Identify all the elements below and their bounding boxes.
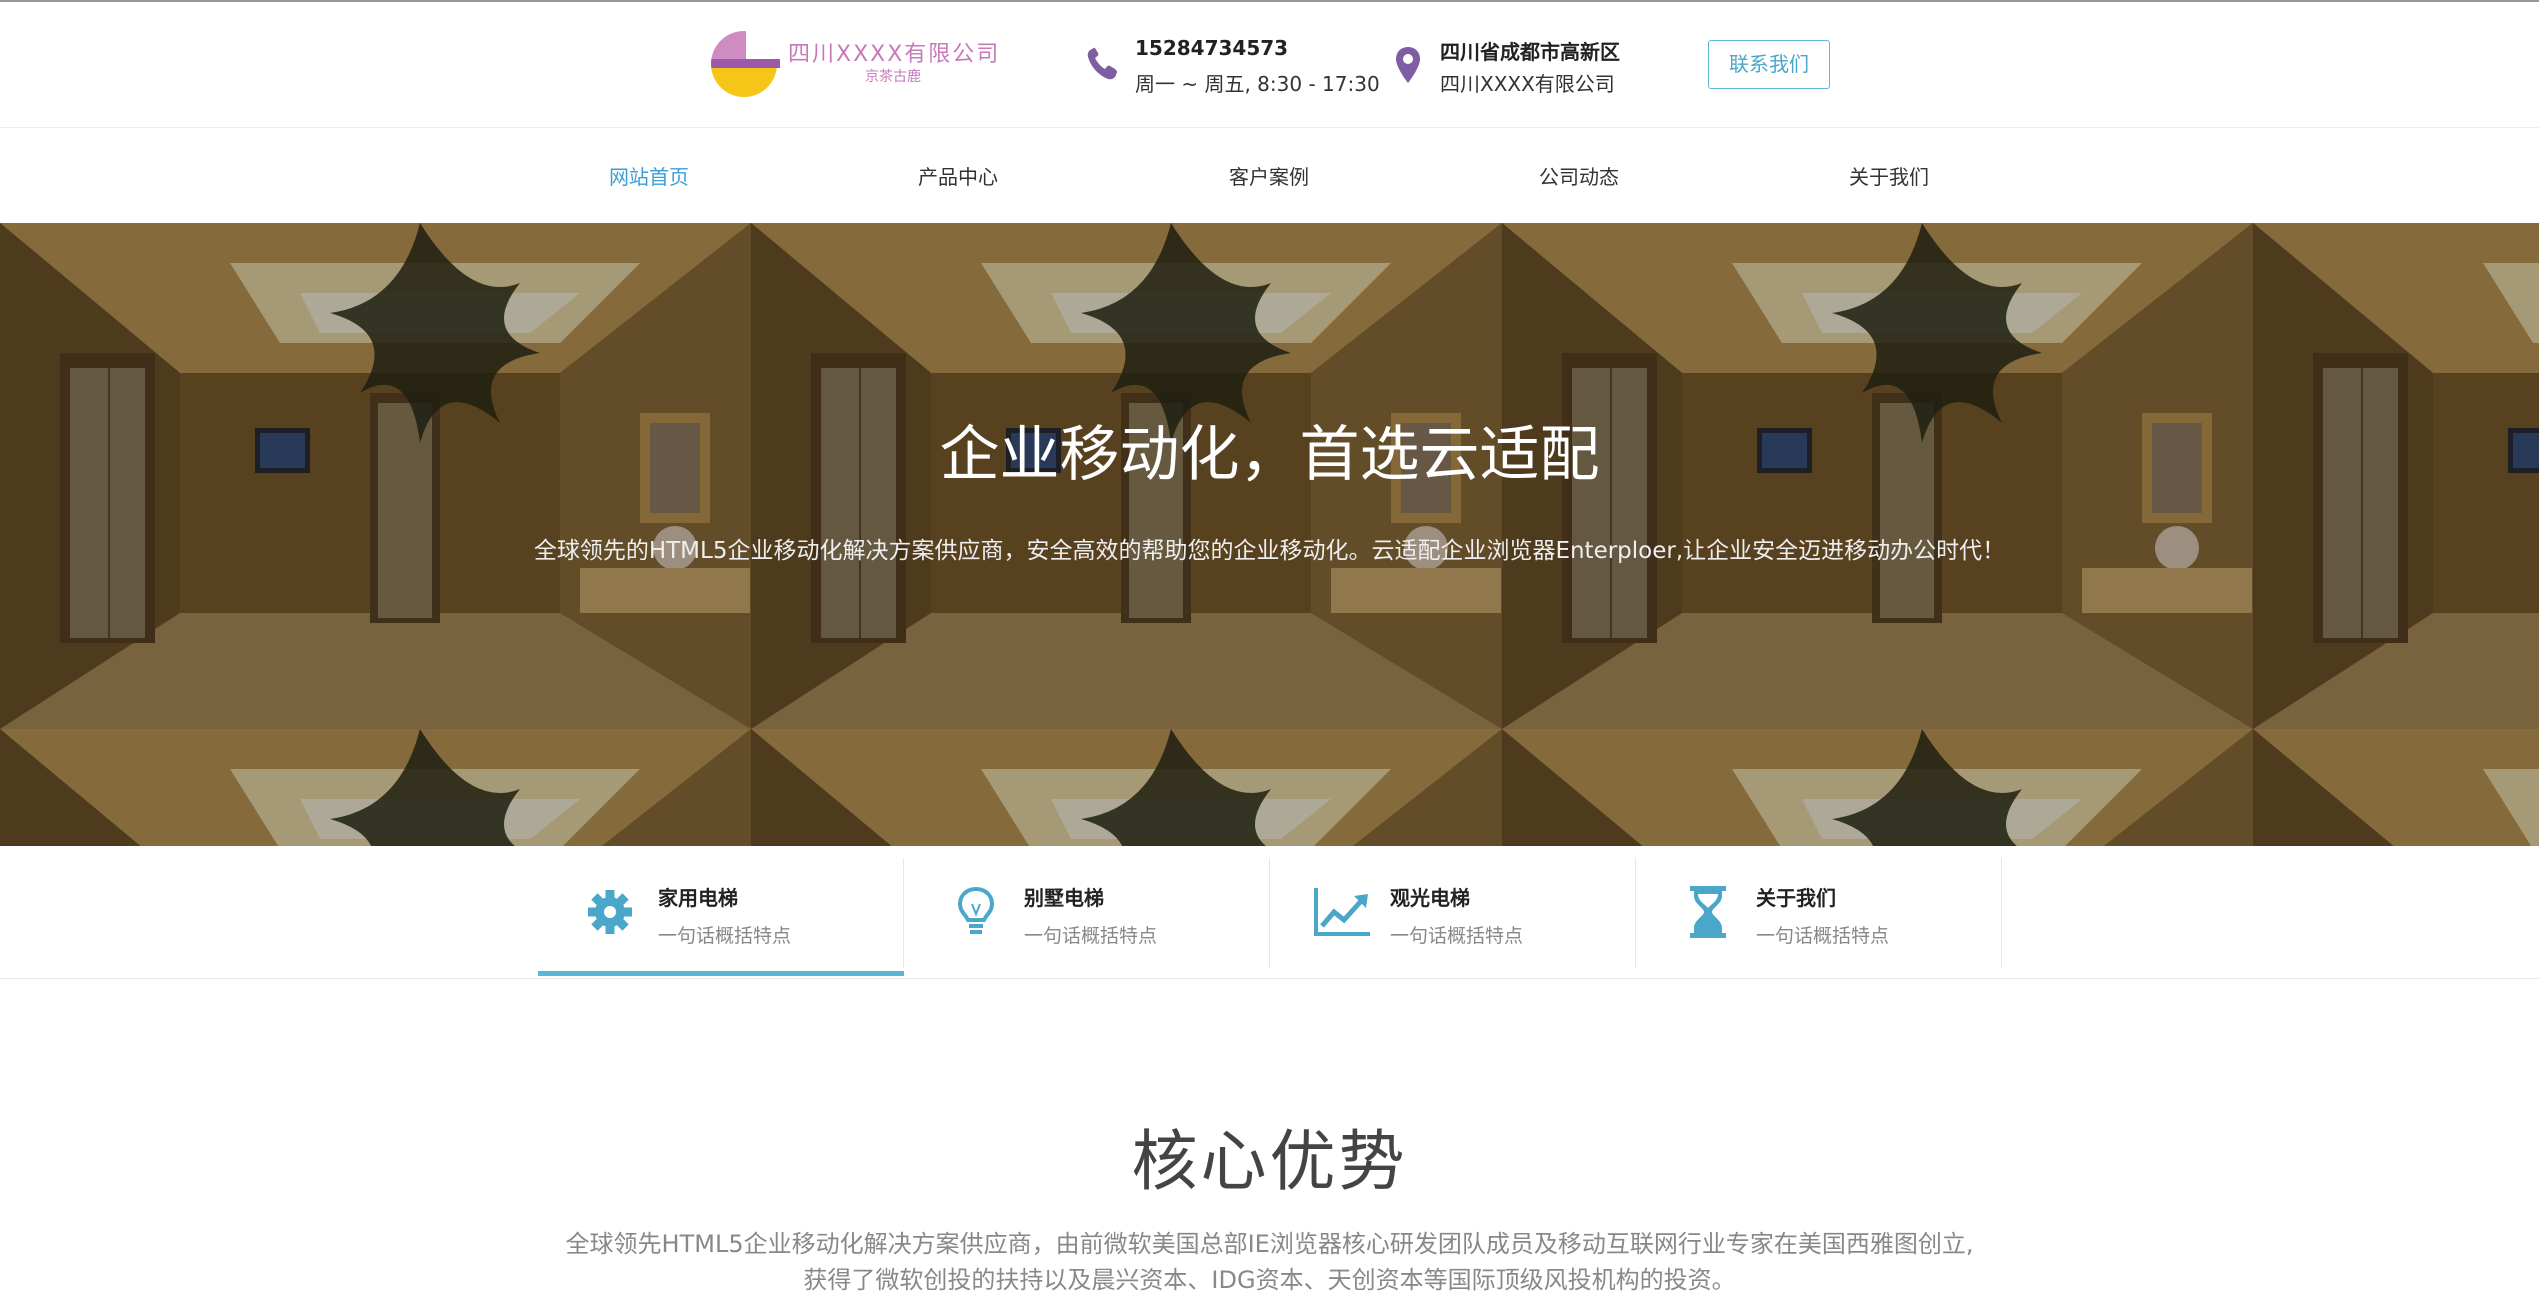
gear-icon bbox=[588, 890, 632, 934]
feature-title: 家用电梯 bbox=[658, 886, 738, 910]
map-pin-icon bbox=[1396, 47, 1420, 83]
nav-item-about[interactable]: 关于我们 bbox=[1849, 161, 1929, 190]
feature-tab-villa-elevator[interactable]: 别墅电梯 一句话概括特点 bbox=[904, 858, 1270, 968]
phone-icon bbox=[1087, 47, 1117, 80]
main-nav: 网站首页 产品中心 客户案例 公司动态 关于我们 bbox=[0, 129, 2539, 223]
feature-desc: 一句话概括特点 bbox=[1756, 925, 1890, 947]
logo-tagline: 京茶古鹿 bbox=[865, 69, 921, 85]
logo-company-name: 四川XXXX有限公司 bbox=[788, 42, 1001, 67]
feature-tabs: 家用电梯 一句话概括特点 别墅电梯 一句话概括特点 观光电梯 一句话概括特点 关… bbox=[0, 846, 2539, 979]
feature-title: 关于我们 bbox=[1756, 886, 1836, 910]
trend-chart-icon bbox=[1314, 888, 1370, 936]
nav-item-news[interactable]: 公司动态 bbox=[1539, 161, 1619, 190]
feature-tab-sightseeing-elevator[interactable]: 观光电梯 一句话概括特点 bbox=[1270, 858, 1636, 968]
phone-number[interactable]: 15284734573 bbox=[1135, 36, 1288, 60]
feature-tab-about[interactable]: 关于我们 一句话概括特点 bbox=[1636, 858, 2002, 968]
nav-item-home[interactable]: 网站首页 bbox=[609, 161, 689, 190]
company-logo[interactable]: 四川XXXX有限公司 京茶古鹿 bbox=[708, 28, 1008, 104]
nav-item-products[interactable]: 产品中心 bbox=[918, 161, 998, 190]
section-title: 核心优势 bbox=[1131, 1123, 1408, 1200]
feature-desc: 一句话概括特点 bbox=[1024, 925, 1158, 947]
hourglass-icon bbox=[1690, 886, 1726, 938]
nav-item-cases[interactable]: 客户案例 bbox=[1229, 161, 1309, 190]
feature-tab-home-elevator[interactable]: 家用电梯 一句话概括特点 bbox=[538, 858, 904, 976]
feature-desc: 一句话概括特点 bbox=[1390, 925, 1524, 947]
feature-title: 观光电梯 bbox=[1390, 886, 1470, 910]
logo-mark-icon bbox=[711, 28, 780, 97]
address-company: 四川XXXX有限公司 bbox=[1440, 72, 1615, 96]
site-header: 四川XXXX有限公司 京茶古鹿 15284734573 周一 ~ 周五, 8:3… bbox=[0, 2, 2539, 128]
feature-title: 别墅电梯 bbox=[1024, 886, 1104, 910]
section-description: 全球领先HTML5企业移动化解决方案供应商，由前微软美国总部IE浏览器核心研发团… bbox=[565, 1230, 1974, 1294]
contact-us-button[interactable]: 联系我们 bbox=[1708, 40, 1830, 89]
hero-banner: 企业移动化，首选云适配 全球领先的HTML5企业移动化解决方案供应商，安全高效的… bbox=[0, 223, 2539, 846]
hero-subtitle: 全球领先的HTML5企业移动化解决方案供应商，安全高效的帮助您的企业移动化。云适… bbox=[533, 538, 2006, 564]
hero-title: 企业移动化，首选云适配 bbox=[939, 420, 1600, 490]
feature-desc: 一句话概括特点 bbox=[658, 925, 792, 947]
address-region: 四川省成都市高新区 bbox=[1440, 40, 1620, 64]
lightbulb-icon bbox=[957, 886, 995, 934]
business-hours: 周一 ~ 周五, 8:30 - 17:30 bbox=[1135, 72, 1380, 96]
